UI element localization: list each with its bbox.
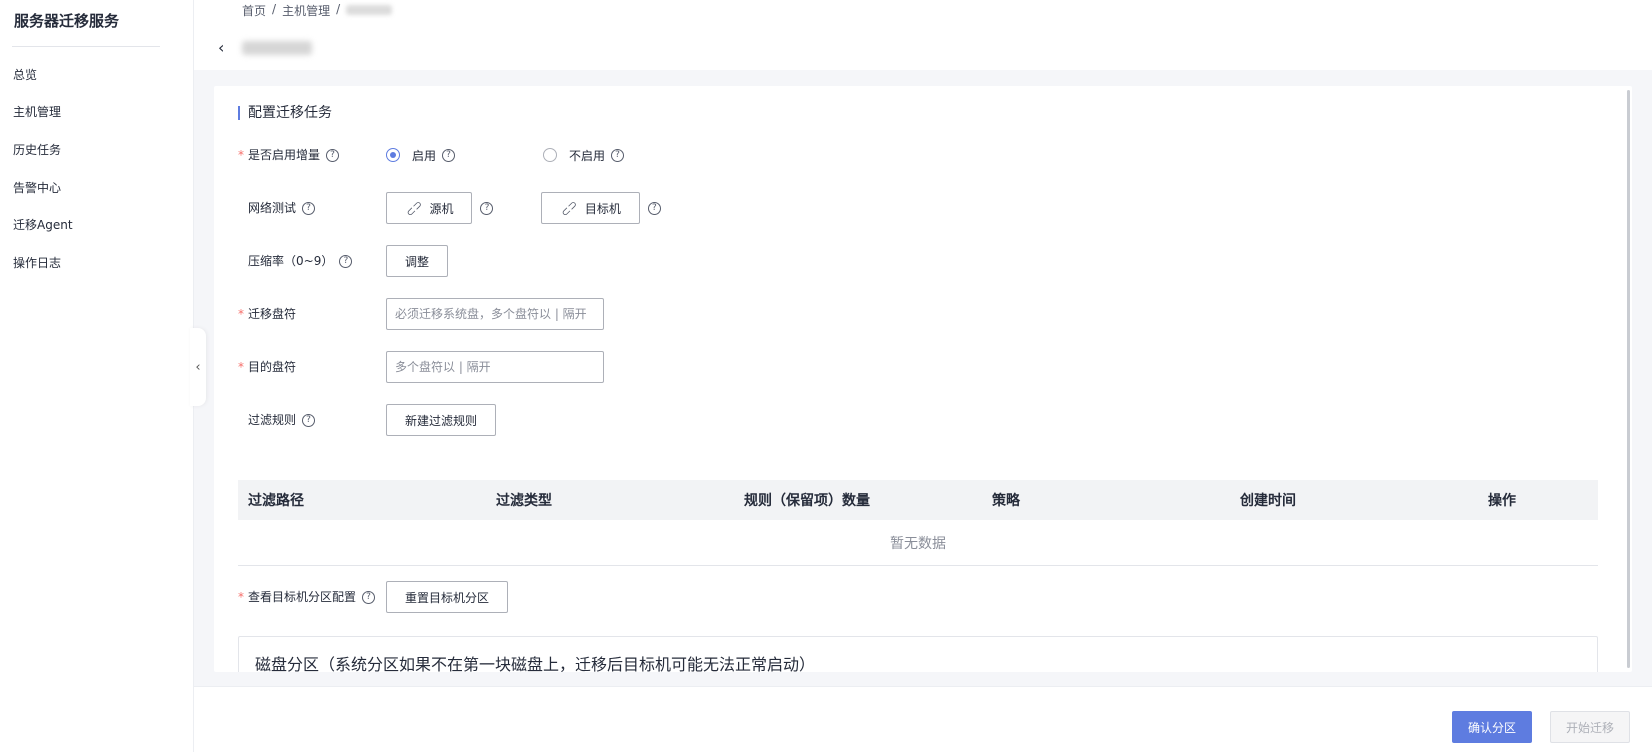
radio-unchecked-icon <box>543 148 558 162</box>
filter-rules-row: 过滤规则? 新建过滤规则 <box>238 403 1598 437</box>
migrate-drive-input[interactable] <box>386 298 604 330</box>
section-title: 配置迁移任务 <box>238 106 332 120</box>
sidebar-item-history[interactable]: 历史任务 <box>13 141 61 158</box>
page-header: 首页 / 主机管理 / ‹ <box>194 0 1652 70</box>
compression-row: 压缩率（0~9）? 调整 <box>238 244 1598 278</box>
partition-row: * 查看目标机分区配置? 重置目标机分区 <box>238 580 1598 614</box>
column-header: 创建时间 <box>1240 493 1296 509</box>
network-test-row: 网络测试? ⊂⊃ 源机 ? ⊂⊃ 目标机 ? <box>238 191 1598 225</box>
help-icon[interactable]: ? <box>362 591 376 604</box>
help-icon[interactable]: ? <box>339 255 353 268</box>
table-header: 过滤路径 过滤类型 规则（保留项）数量 策略 创建时间 操作 <box>238 480 1598 520</box>
filter-rules-table: 过滤路径 过滤类型 规则（保留项）数量 策略 创建时间 操作 暂无数据 <box>238 480 1598 566</box>
radio-checked-icon <box>386 148 400 162</box>
incremental-row: * 是否启用增量? 启用? 不启用? <box>238 138 1598 172</box>
start-migration-button[interactable]: 开始迁移 <box>1550 711 1630 743</box>
new-filter-rule-button[interactable]: 新建过滤规则 <box>386 404 497 436</box>
column-header: 操作 <box>1488 493 1516 509</box>
sidebar-item-alerts[interactable]: 告警中心 <box>13 179 61 196</box>
help-icon[interactable]: ? <box>647 201 661 215</box>
radio-enable-label: 启用 <box>412 148 437 163</box>
migrate-drive-label: 迁移盘符 <box>248 307 297 321</box>
radio-enable[interactable]: 启用? <box>386 147 456 164</box>
sidebar-collapse-button[interactable]: ‹ <box>190 328 206 406</box>
required-mark: * <box>238 307 244 321</box>
chevron-left-icon: ‹ <box>195 359 201 375</box>
disk-partition-panel: 磁盘分区（系统分区如果不在第一块磁盘上，迁移后目标机可能无法正常启动） <box>238 636 1598 672</box>
required-mark: * <box>238 148 244 162</box>
partition-label: 查看目标机分区配置 <box>248 590 357 604</box>
target-drive-label: 目的盘符 <box>248 360 297 374</box>
help-icon[interactable]: ? <box>480 201 494 215</box>
adjust-compression-button[interactable]: 调整 <box>386 245 449 277</box>
source-test-label: 源机 <box>429 201 454 216</box>
column-header: 规则（保留项）数量 <box>744 493 870 509</box>
scrollbar[interactable] <box>1627 90 1630 668</box>
sidebar-item-hosts[interactable]: 主机管理 <box>13 103 61 120</box>
app-title: 服务器迁移服务 <box>14 12 120 30</box>
reset-partition-button[interactable]: 重置目标机分区 <box>386 581 509 613</box>
required-mark: * <box>238 590 244 604</box>
sidebar-item-agent[interactable]: 迁移Agent <box>13 216 73 233</box>
help-icon[interactable]: ? <box>326 149 340 162</box>
filter-rules-label: 过滤规则 <box>248 413 297 427</box>
network-test-label: 网络测试 <box>248 201 297 215</box>
table-empty-state: 暂无数据 <box>238 520 1598 566</box>
breadcrumb-current-redacted <box>346 5 393 15</box>
required-mark: * <box>238 360 244 374</box>
migrate-drive-row: * 迁移盘符 <box>238 297 1598 331</box>
sidebar: 服务器迁移服务 总览 主机管理 历史任务 告警中心 迁移Agent 操作日志 <box>0 0 194 752</box>
disk-partition-title: 磁盘分区（系统分区如果不在第一块磁盘上，迁移后目标机可能无法正常启动） <box>255 655 816 672</box>
back-arrow-icon[interactable]: ‹ <box>218 38 232 57</box>
breadcrumb-hosts[interactable]: 主机管理 <box>282 2 330 19</box>
link-icon: ⊂⊃ <box>558 196 581 220</box>
column-header: 过滤路径 <box>248 493 304 509</box>
confirm-partition-button[interactable]: 确认分区 <box>1452 711 1532 743</box>
help-icon[interactable]: ? <box>302 202 316 215</box>
source-test-button[interactable]: ⊂⊃ 源机 <box>386 192 473 224</box>
column-header: 过滤类型 <box>496 493 552 509</box>
help-icon[interactable]: ? <box>442 148 456 162</box>
radio-disable[interactable]: 不启用? <box>543 147 625 164</box>
help-icon[interactable]: ? <box>302 414 316 427</box>
target-drive-input[interactable] <box>386 351 604 383</box>
sidebar-item-overview[interactable]: 总览 <box>13 66 37 83</box>
breadcrumb-separator: / <box>272 2 277 16</box>
config-card: 配置迁移任务 * 是否启用增量? 启用? 不启用? 网络测试? ⊂⊃ 源机 ? … <box>214 86 1632 672</box>
breadcrumb-separator: / <box>336 2 341 16</box>
target-test-button[interactable]: ⊂⊃ 目标机 <box>541 192 640 224</box>
radio-disable-label: 不启用 <box>569 148 606 163</box>
page-title-redacted <box>242 40 312 55</box>
breadcrumb: 首页 / 主机管理 / <box>242 2 393 19</box>
help-icon[interactable]: ? <box>611 148 625 162</box>
footer-actions: 确认分区 开始迁移 <box>194 686 1652 752</box>
sidebar-item-logs[interactable]: 操作日志 <box>13 254 61 271</box>
breadcrumb-home[interactable]: 首页 <box>242 2 266 19</box>
column-header: 策略 <box>992 493 1020 509</box>
incremental-label: 是否启用增量 <box>248 148 321 162</box>
target-test-label: 目标机 <box>584 201 621 216</box>
target-drive-row: * 目的盘符 <box>238 350 1598 384</box>
sidebar-divider <box>12 46 160 47</box>
link-icon: ⊂⊃ <box>403 196 426 220</box>
compression-label: 压缩率（0~9） <box>248 254 334 268</box>
